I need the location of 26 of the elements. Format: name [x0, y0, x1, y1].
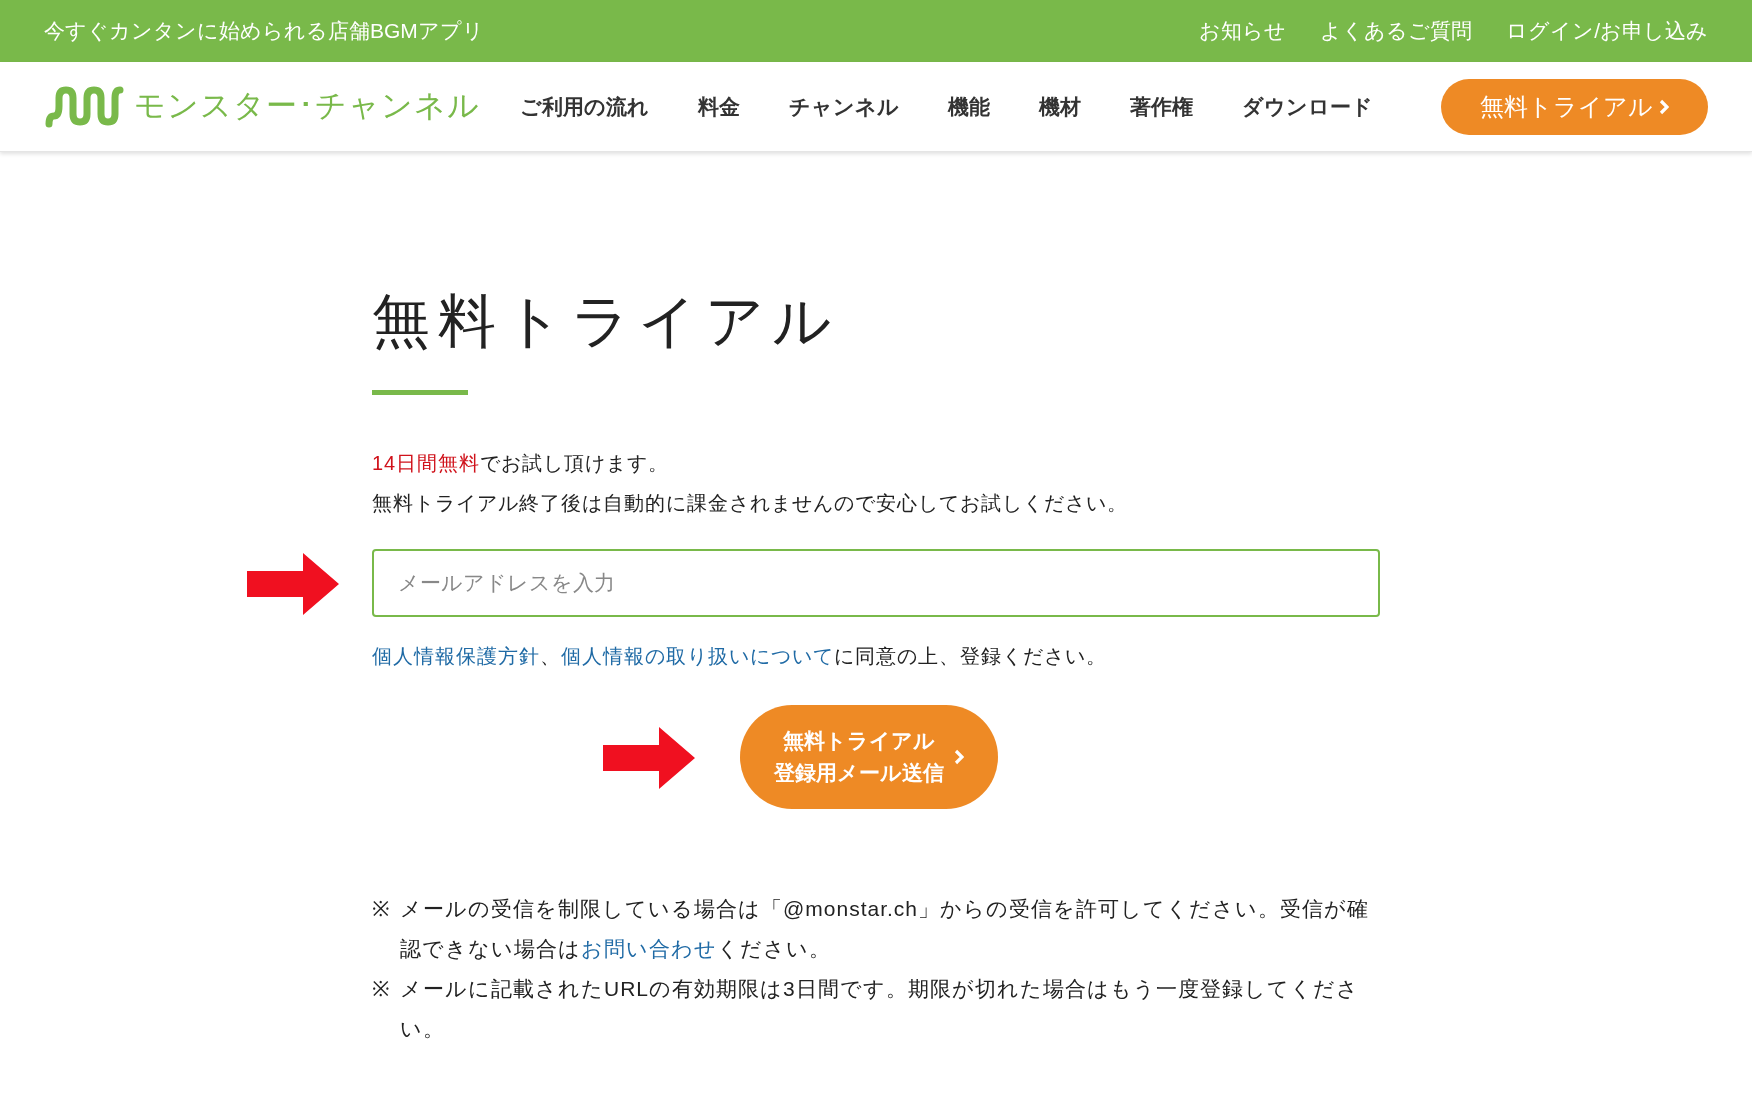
- intro-text: 14日間無料でお試し頂けます。: [372, 451, 671, 476]
- logo-icon: [44, 85, 124, 128]
- note-mark: ※: [372, 896, 392, 922]
- chevron-icon: [1659, 98, 1669, 115]
- nav-link[interactable]: 機材: [1039, 90, 1081, 123]
- nav-link[interactable]: 著作権: [1130, 90, 1193, 123]
- email-field[interactable]: メールアドレスを入力: [372, 549, 1380, 617]
- note-text: メールに記載されたURLの有効期限は3日間です。期限が切れた場合はもう一度登録してください。: [400, 976, 1360, 1042]
- text-link[interactable]: 個人情報の取り扱いについて: [561, 645, 834, 667]
- note-text: メールの受信を制限している場合は「@monstar.ch」からの受信を許可してください。受信が確認できない場合は お問い合わせ ください。: [400, 896, 1371, 962]
- arrow-icon: [603, 727, 695, 789]
- text-link[interactable]: 個人情報保護方針: [372, 645, 540, 667]
- chevron-icon: [954, 749, 964, 765]
- text-link[interactable]: お問い合わせ: [581, 937, 717, 960]
- page-title: 無料トライアル: [372, 292, 840, 350]
- note-mark: ※: [372, 976, 392, 1002]
- nav-link[interactable]: 料金: [698, 90, 740, 123]
- nav-link[interactable]: ダウンロード: [1242, 90, 1373, 123]
- logo-text: モンスター･チャンネル: [134, 87, 480, 126]
- intro-text: 無料トライアル終了後は自動的に課金されませんので安心してお試しください。: [372, 491, 1129, 516]
- consent-text: 個人情報保護方針、個人情報の取り扱いについて に同意の上、登録ください。: [372, 644, 1108, 669]
- tagline: 今すぐカンタンに始められる店舗BGMアプリ: [44, 18, 484, 45]
- nav-link[interactable]: チャンネル: [789, 90, 899, 123]
- nav-link[interactable]: 機能: [948, 90, 990, 123]
- nav-link[interactable]: ご利用の流れ: [520, 90, 649, 123]
- arrow-icon: [247, 553, 339, 615]
